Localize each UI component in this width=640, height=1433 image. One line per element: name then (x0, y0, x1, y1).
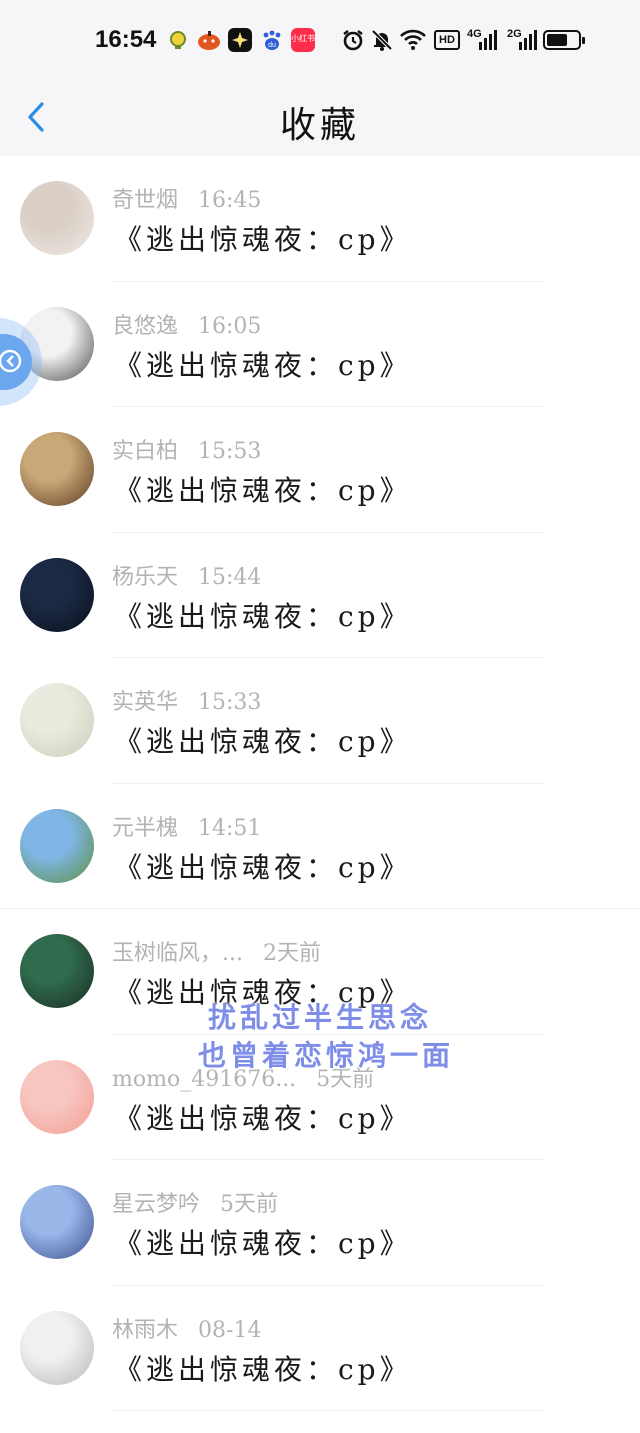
avatar[interactable] (20, 808, 94, 883)
item-message: 《逃出惊魂夜：cp》 (114, 223, 412, 256)
avatar[interactable] (20, 1185, 94, 1259)
avatar[interactable] (20, 432, 94, 506)
item-name: 玉树临风，... (112, 941, 243, 966)
avatar[interactable] (20, 683, 94, 757)
battery-level-fill (547, 34, 567, 46)
item-message: 《逃出惊魂夜：cp》 (114, 474, 412, 507)
baidu-icon: du (260, 28, 284, 52)
list-item[interactable]: 实英华 15:33 《逃出惊魂夜：cp》 (0, 658, 640, 784)
item-name: 良悠逸 (112, 313, 179, 339)
list-item[interactable]: 元半槐 14:51 《逃出惊魂夜：cp》 (0, 784, 640, 909)
nav-bar: 收藏 (0, 80, 640, 156)
status-time: 16:54 (95, 26, 157, 53)
item-name: 实英华 (112, 690, 179, 715)
svg-text:du: du (268, 42, 276, 49)
list-item[interactable]: 奇世烟 16:45 《逃出惊魂夜：cp》 (0, 156, 640, 282)
item-name: momo_491676... (112, 1066, 297, 1092)
page-title: 收藏 (279, 105, 360, 146)
item-name: 星云梦吟 (112, 1192, 201, 1217)
status-bar: 16:54 du 小红书 HD 4G 2G (0, 0, 640, 80)
item-time: 2天前 (262, 941, 321, 966)
item-time: 16:05 (198, 313, 262, 339)
alarm-icon (341, 28, 365, 59)
item-message: 《逃出惊魂夜：cp》 (114, 1352, 412, 1386)
item-name: 实白柏 (112, 439, 179, 464)
item-name: 元半槐 (112, 815, 179, 841)
avatar[interactable] (20, 557, 94, 632)
item-time: 15:44 (198, 564, 262, 590)
signal-2g-icon: 2G (507, 28, 539, 50)
xiaohongshu-icon: 小红书 (291, 28, 315, 52)
avatar[interactable] (20, 1310, 94, 1385)
divider (112, 1410, 545, 1411)
xiaohongshu-label: 小红书 (291, 34, 315, 43)
list-item[interactable]: 实白柏 15:53 《逃出惊魂夜：cp》 (0, 407, 640, 533)
item-message: 《逃出惊魂夜：cp》 (114, 725, 412, 758)
list-item[interactable]: 杨乐天 15:44 《逃出惊魂夜：cp》 (0, 533, 640, 658)
item-name: 杨乐天 (112, 564, 179, 590)
item-message: 《逃出惊魂夜：cp》 (114, 1101, 412, 1135)
signal-4g-icon: 4G (467, 28, 499, 50)
favorites-list: 奇世烟 16:45 《逃出惊魂夜：cp》 良悠逸 16:05 《逃出惊魂夜：cp》 … (0, 156, 640, 1433)
item-time: 16:45 (198, 188, 262, 213)
avatar[interactable] (20, 1059, 94, 1134)
avatar[interactable] (20, 934, 94, 1008)
bee-icon (166, 28, 190, 52)
item-name: 奇世烟 (112, 188, 179, 213)
item-message: 《逃出惊魂夜：cp》 (114, 348, 412, 382)
item-time: 15:53 (198, 439, 262, 464)
item-name: 林雨木 (112, 1317, 179, 1343)
list-item[interactable]: momo_491676... 5天前 《逃出惊魂夜：cp》 (0, 1035, 640, 1160)
wifi-icon (400, 28, 426, 59)
item-time: 5天前 (220, 1192, 279, 1217)
star-icon (228, 28, 252, 52)
item-message: 《逃出惊魂夜：cp》 (114, 1227, 412, 1260)
avatar[interactable] (20, 181, 94, 255)
item-time: 15:33 (198, 690, 262, 715)
pumpkin-icon (197, 28, 221, 52)
item-message: 《逃出惊魂夜：cp》 (114, 976, 412, 1009)
item-time: 14:51 (198, 815, 262, 841)
item-message: 《逃出惊魂夜：cp》 (114, 599, 412, 633)
list-item[interactable]: 玉树临风，... 2天前 《逃出惊魂夜：cp》 (0, 909, 640, 1035)
list-item[interactable]: 良悠逸 16:05 《逃出惊魂夜：cp》 (0, 282, 640, 407)
list-item[interactable]: 林雨木 08-14 《逃出惊魂夜：cp》 (0, 1286, 640, 1411)
list-item[interactable]: 星云梦吟 5天前 《逃出惊魂夜：cp》 (0, 1160, 640, 1286)
item-message: 《逃出惊魂夜：cp》 (114, 850, 412, 884)
item-time: 5天前 (316, 1066, 375, 1092)
mute-bell-icon (370, 28, 394, 59)
hd-badge: HD (434, 30, 460, 50)
item-time: 08-14 (198, 1317, 262, 1343)
collapse-arrow-icon (0, 346, 24, 383)
battery-icon (543, 30, 585, 50)
